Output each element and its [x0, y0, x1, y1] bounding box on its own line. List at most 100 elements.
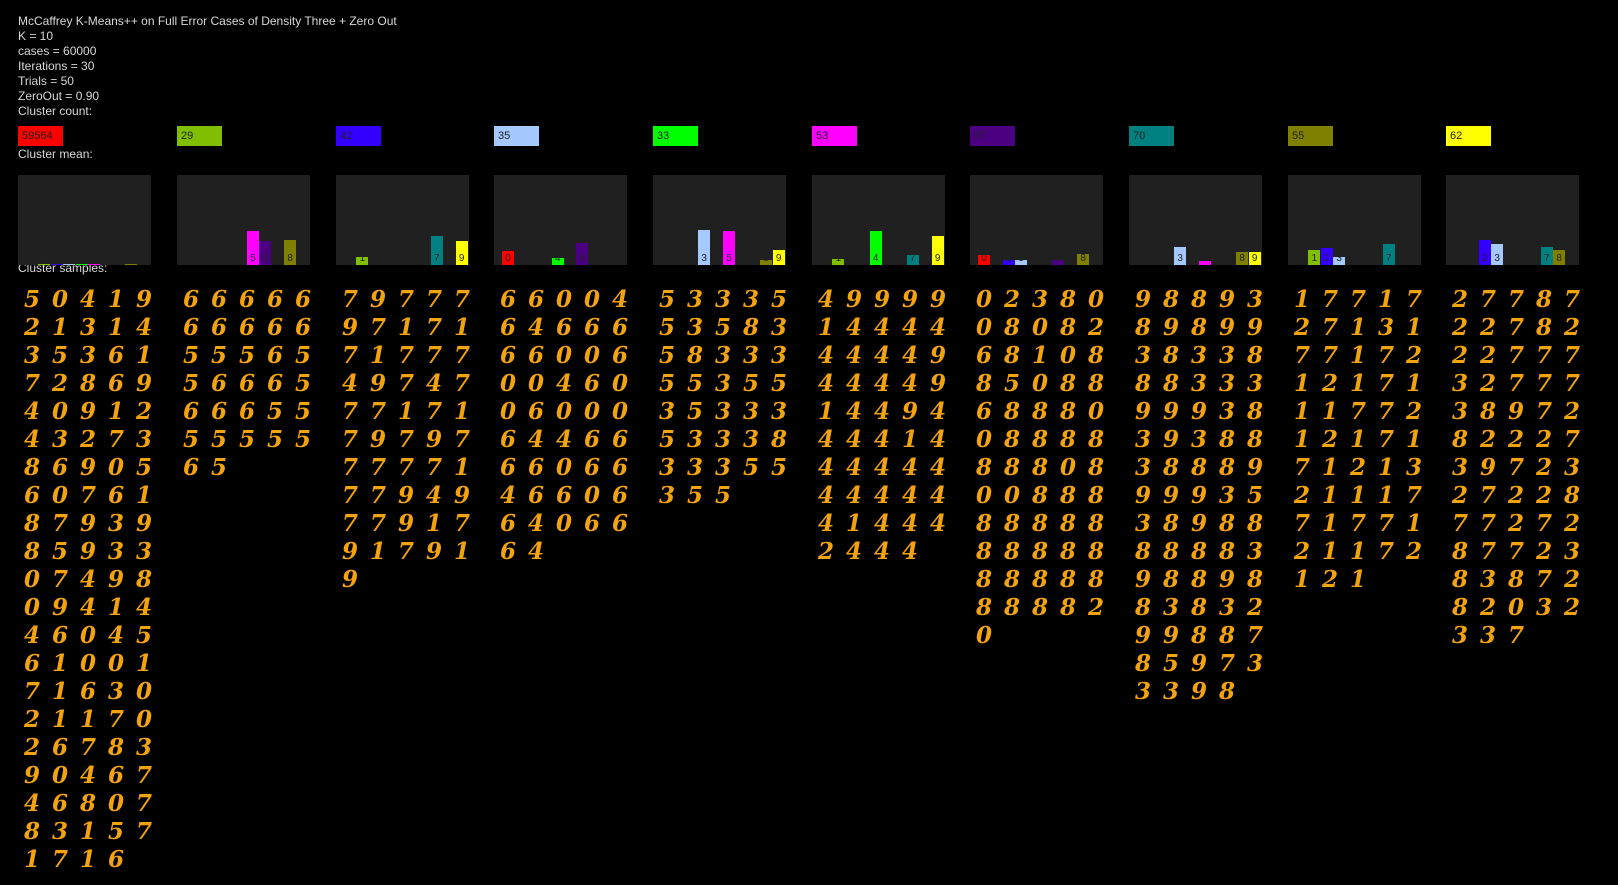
sample-digit: 2	[1563, 398, 1580, 425]
cluster-count-swatch: 42	[336, 126, 381, 146]
sample-digit: 8	[1218, 678, 1235, 705]
sample-digit: 6	[266, 286, 283, 313]
sample-digit: 0	[1087, 286, 1104, 313]
sample-digit: 3	[658, 482, 675, 509]
sample-digit: 2	[1451, 342, 1468, 369]
sample-digit: 0	[555, 454, 572, 481]
sample-digit: 9	[1218, 566, 1235, 593]
sample-digit: 5	[770, 370, 787, 397]
sample-digit: 9	[79, 454, 96, 481]
sample-digit: 4	[873, 398, 890, 425]
sample-digit: 7	[135, 818, 152, 845]
sample-digit: 6	[210, 286, 227, 313]
sample-digit: 1	[51, 678, 68, 705]
sample-digit: 2	[1321, 566, 1338, 593]
sample-digit: 5	[107, 818, 124, 845]
sample-digit: 6	[611, 482, 628, 509]
mean-bar-digit-5	[88, 264, 100, 265]
sample-digit: 0	[107, 454, 124, 481]
sample-digit: 0	[975, 482, 992, 509]
sample-digit: 8	[1134, 594, 1151, 621]
sample-digit: 0	[135, 678, 152, 705]
sample-digit: 7	[425, 286, 442, 313]
sample-digit: 5	[51, 538, 68, 565]
sample-digit: 9	[79, 538, 96, 565]
sample-digit: 8	[975, 510, 992, 537]
sample-digit: 1	[79, 846, 96, 873]
sample-digit: 8	[1059, 538, 1076, 565]
sample-digit: 8	[1059, 370, 1076, 397]
sample-digit: 4	[873, 454, 890, 481]
sample-digit: 0	[583, 286, 600, 313]
sample-digit: 3	[51, 818, 68, 845]
sample-digit: 7	[397, 538, 414, 565]
mean-bar-label: 3	[701, 253, 707, 264]
cluster-mean-chart: 0 4 6	[494, 175, 627, 265]
sample-digit: 1	[901, 426, 918, 453]
sample-digit: 8	[1059, 510, 1076, 537]
sample-digit: 4	[845, 454, 862, 481]
mean-bar-digit-8	[125, 264, 138, 265]
sample-digit: 2	[1563, 594, 1580, 621]
sample-digit: 1	[1293, 566, 1310, 593]
sample-digit: 6	[611, 454, 628, 481]
sample-digit: 4	[499, 482, 516, 509]
sample-digit: 6	[975, 342, 992, 369]
sample-digit: 7	[1349, 398, 1366, 425]
sample-digit: 7	[341, 398, 358, 425]
sample-digit: 4	[425, 482, 442, 509]
cluster-sample-grid: 7977797171717774974777171797977777177949…	[336, 286, 476, 594]
sample-digit: 8	[1190, 538, 1207, 565]
sample-digit: 5	[182, 370, 199, 397]
sample-digit: 8	[1246, 426, 1263, 453]
sample-digit: 4	[873, 342, 890, 369]
sample-digit: 5	[770, 454, 787, 481]
sample-digit: 4	[23, 790, 40, 817]
sample-digit: 9	[135, 286, 152, 313]
sample-digit: 5	[1003, 370, 1020, 397]
sample-digit: 8	[1190, 594, 1207, 621]
sample-digit: 6	[499, 286, 516, 313]
sample-digit: 4	[23, 398, 40, 425]
sample-digit: 9	[1134, 622, 1151, 649]
sample-digit: 8	[1059, 566, 1076, 593]
sample-digit: 4	[135, 594, 152, 621]
mean-bar-label: 6	[262, 253, 269, 264]
sample-digit: 0	[135, 706, 152, 733]
sample-digit: 9	[873, 286, 890, 313]
sample-digit: 8	[742, 314, 759, 341]
sample-digit: 2	[1293, 314, 1310, 341]
sample-digit: 2	[1535, 538, 1552, 565]
sample-digit: 0	[23, 566, 40, 593]
sample-digit: 4	[901, 482, 918, 509]
sample-digit: 8	[1031, 594, 1048, 621]
sample-digit: 2	[1293, 538, 1310, 565]
sample-digit: 4	[611, 286, 628, 313]
sample-digit: 7	[79, 734, 96, 761]
sample-digit: 9	[341, 314, 358, 341]
sample-digit: 2	[1479, 370, 1496, 397]
sample-digit: 7	[425, 314, 442, 341]
sample-digit: 7	[341, 426, 358, 453]
sample-digit: 8	[23, 454, 40, 481]
sample-digit: 5	[294, 370, 311, 397]
sample-digit: 3	[23, 342, 40, 369]
mean-bar-digit-4	[75, 264, 88, 265]
zeroout-value: ZeroOut = 0.90	[18, 89, 100, 103]
sample-digit: 1	[135, 342, 152, 369]
cluster-count-swatch: 62	[1446, 126, 1491, 146]
sample-digit: 1	[1321, 510, 1338, 537]
sample-digit: 8	[1031, 510, 1048, 537]
sample-digit: 1	[1349, 426, 1366, 453]
sample-digit: 2	[1507, 510, 1524, 537]
sample-digit: 3	[770, 314, 787, 341]
sample-digit: 8	[1003, 538, 1020, 565]
sample-digit: 6	[182, 286, 199, 313]
sample-digit: 6	[182, 398, 199, 425]
sample-digit: 8	[1162, 566, 1179, 593]
sample-digit: 8	[1031, 566, 1048, 593]
sample-digit: 9	[1190, 678, 1207, 705]
sample-digit: 7	[135, 762, 152, 789]
sample-digit: 0	[583, 482, 600, 509]
sample-digit: 2	[23, 734, 40, 761]
